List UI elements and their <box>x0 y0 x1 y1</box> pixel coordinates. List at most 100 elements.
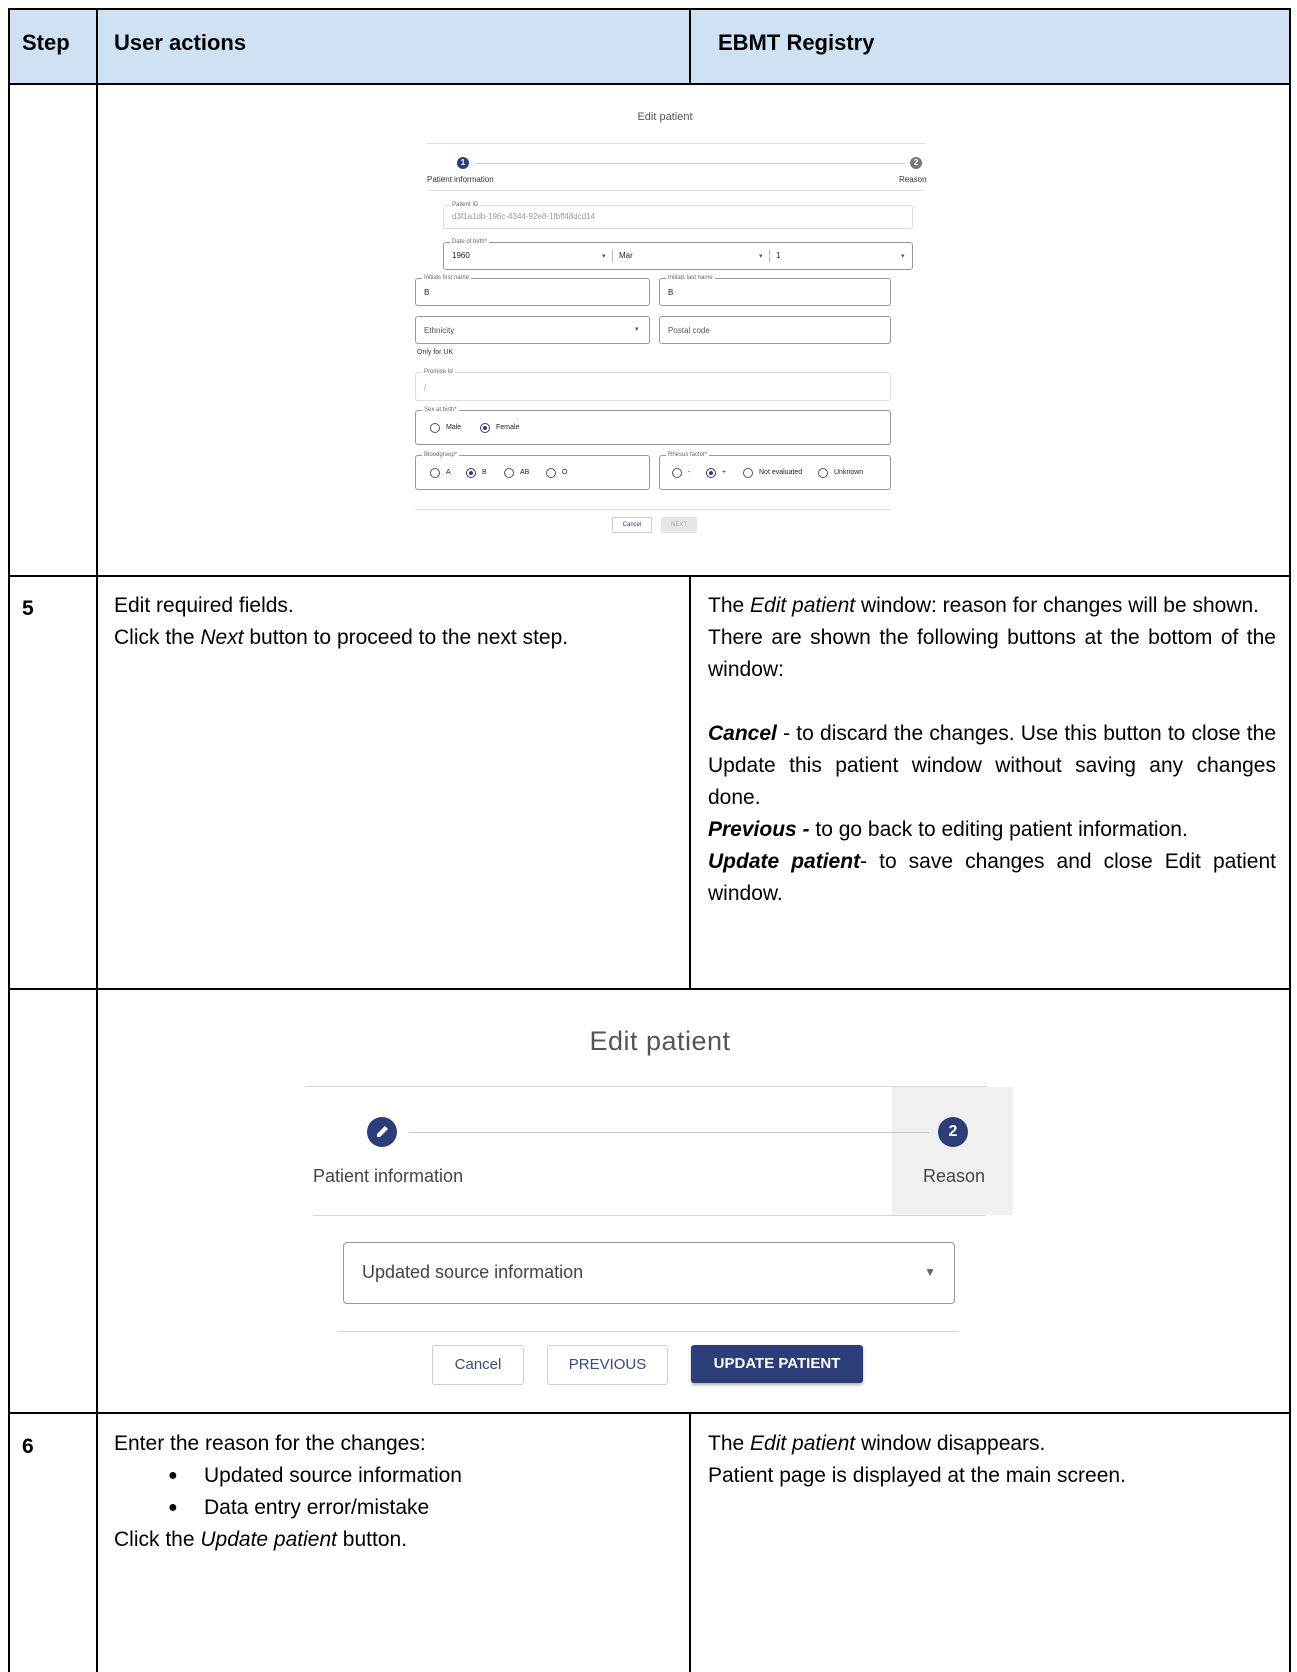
divider <box>337 1331 959 1332</box>
reason-select[interactable]: Updated source information ▼ <box>343 1242 955 1304</box>
active-step-highlight <box>892 1087 1013 1215</box>
text: Click the <box>114 626 201 649</box>
table-border <box>8 1412 1291 1414</box>
divider <box>305 1086 987 1087</box>
row6-user-actions: Enter the reason for the changes: Update… <box>114 1428 682 1556</box>
divider <box>427 190 925 191</box>
edit-patient-dialog-step2: Edit patient 2 Patient information Reaso… <box>305 1020 1015 1390</box>
row6-registry-line2: Patient page is displayed at the main sc… <box>708 1464 1126 1487</box>
text: - to discard the changes. Use this butto… <box>708 722 1276 809</box>
radio-blood-o-label: O <box>562 469 568 476</box>
radio-rhesus-plus[interactable] <box>706 468 716 478</box>
dob-year-select[interactable]: 1960 <box>452 251 470 260</box>
chevron-down-icon: ▾ <box>759 253 763 260</box>
radio-female[interactable] <box>480 423 490 433</box>
radio-blood-a-label: A <box>446 469 451 476</box>
text: The <box>708 1432 751 1455</box>
previous-button[interactable]: PREVIOUS <box>547 1345 668 1385</box>
initials-last-field[interactable]: Initials last name B <box>659 274 891 306</box>
sex-at-birth-group: Sex at birth* Male Female <box>415 406 891 445</box>
table-border <box>8 8 1291 10</box>
update-patient-button[interactable]: UPDATE PATIENT <box>691 1345 863 1383</box>
table-border <box>96 8 98 1672</box>
radio-male[interactable] <box>430 423 440 433</box>
dob-day-select[interactable]: 1 <box>776 251 780 260</box>
patient-id-label: Patient ID <box>450 201 481 209</box>
radio-blood-ab-label: AB <box>520 469 530 476</box>
row5-user-actions: Edit required fields. Click the Next but… <box>114 590 682 654</box>
radio-rhesus-unknown[interactable] <box>818 468 828 478</box>
row5-update-desc: Update patient- to save changes and clos… <box>708 846 1276 910</box>
radio-blood-o[interactable] <box>546 468 556 478</box>
list-item: Data entry error/mistake <box>168 1492 682 1524</box>
separator <box>612 250 613 262</box>
next-button[interactable]: NEXT <box>661 517 697 533</box>
previous-term: Previous - <box>708 818 810 841</box>
text: to go back to editing patient informatio… <box>809 818 1188 841</box>
chevron-down-icon: ▾ <box>602 253 606 260</box>
chevron-down-icon: ▾ <box>901 253 905 260</box>
step2-indicator: 2 <box>910 157 922 169</box>
reason-select-value: Updated source information <box>362 1262 584 1282</box>
chevron-down-icon: ▾ <box>635 326 639 333</box>
date-of-birth-field: Date of birth* 1960 ▾ Mar ▾ 1 ▾ <box>443 238 913 270</box>
emphasis: Update patient <box>200 1528 337 1551</box>
row6-registry: The Edit patient window disappears. Pati… <box>708 1428 1276 1492</box>
step-number-5: 5 <box>22 597 34 620</box>
dialog-title: Edit patient <box>637 111 693 123</box>
row5-action-line1: Edit required fields. <box>114 594 294 617</box>
initials-last-value: B <box>668 288 674 297</box>
step2-indicator: 2 <box>938 1117 968 1147</box>
radio-rhesus-not-evaluated[interactable] <box>743 468 753 478</box>
step1-label: Patient information <box>313 1166 464 1186</box>
update-term: Update patient <box>708 850 861 873</box>
dob-month-select[interactable]: Mar <box>619 251 633 260</box>
radio-rhesus-plus-label: + <box>722 469 727 476</box>
cancel-button[interactable]: Cancel <box>612 517 652 533</box>
initials-first-label: Initials first name <box>422 274 472 282</box>
ethnicity-select[interactable]: Ethnicity ▾ <box>415 316 650 344</box>
reason-list: Updated source information Data entry er… <box>114 1460 682 1524</box>
divider <box>313 1215 985 1216</box>
stepper-line <box>409 1132 929 1133</box>
promise-id-field: Promise Id / <box>415 368 891 401</box>
radio-blood-b[interactable] <box>466 468 476 478</box>
table-border <box>689 8 691 85</box>
stepper-line <box>475 163 905 164</box>
cancel-term: Cancel <box>708 722 777 745</box>
row6-registry-line1: The Edit patient window disappears. <box>708 1428 1276 1460</box>
radio-male-label: Male <box>446 424 462 431</box>
pencil-icon <box>367 1117 397 1147</box>
emphasis: Edit patient <box>750 1432 856 1455</box>
table-border <box>8 8 10 1672</box>
initials-first-field[interactable]: Initials first name B <box>415 274 650 306</box>
table-border <box>689 575 691 990</box>
radio-rhesus-not-evaluated-label: Not evaluated <box>759 469 803 476</box>
radio-blood-ab[interactable] <box>504 468 514 478</box>
text: button to proceed to the next step. <box>243 626 569 649</box>
patient-id-field: Patient ID d3f1a1db-196c-4344-92e8-1fbff… <box>443 201 913 229</box>
edit-patient-dialog-step1: Edit patient 1 2 Patient information Rea… <box>405 105 927 553</box>
row5-action-line2: Click the Next button to proceed to the … <box>114 622 682 654</box>
row5-registry: The Edit patient window: reason for chan… <box>708 590 1276 910</box>
promise-id-label: Promise Id <box>422 368 455 376</box>
rhesus-label: Rhesus factor* <box>666 451 710 459</box>
document-page: Step User actions EBMT Registry Edit pat… <box>0 0 1297 1672</box>
cancel-button[interactable]: Cancel <box>432 1345 524 1385</box>
radio-rhesus-minus[interactable] <box>672 468 682 478</box>
text: The <box>708 594 751 617</box>
step-number-6: 6 <box>22 1435 34 1458</box>
postal-code-field[interactable]: Postal code <box>659 316 891 344</box>
divider <box>427 143 925 144</box>
sex-label: Sex at birth* <box>422 406 459 414</box>
row5-cancel-desc: Cancel - to discard the changes. Use thi… <box>708 718 1276 814</box>
only-uk-hint: Only for UK <box>417 349 454 356</box>
chevron-down-icon: ▼ <box>924 1265 936 1279</box>
header-user-actions: User actions <box>114 30 247 55</box>
bloodgroup-label: Bloodgroup* <box>422 451 460 459</box>
radio-blood-b-label: B <box>482 469 487 476</box>
table-border <box>8 83 1291 85</box>
header-step: Step <box>22 30 70 55</box>
radio-blood-a[interactable] <box>430 468 440 478</box>
